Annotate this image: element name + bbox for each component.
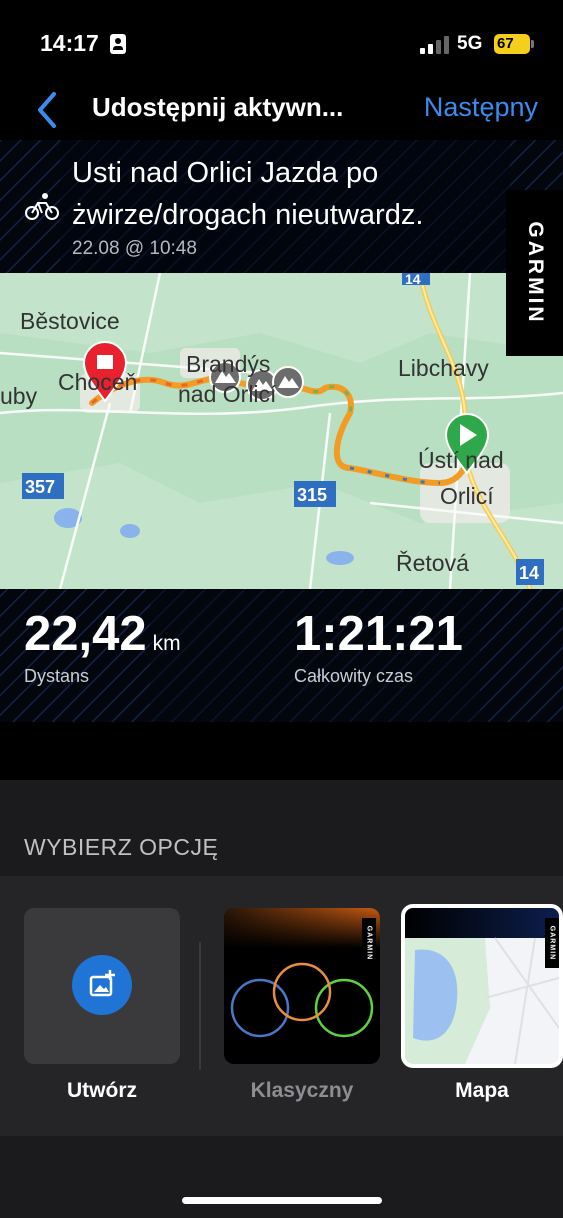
classic-garmin-text: GARMIN bbox=[365, 925, 373, 961]
map-garmin-text: GARMIN bbox=[548, 925, 556, 961]
page-title: Udostępnij aktywn... bbox=[92, 92, 344, 122]
svg-text:uby: uby bbox=[0, 383, 38, 409]
options-header: WYBIERZ OPCJĘ bbox=[24, 834, 219, 860]
total-time-value: 1:21:21 bbox=[294, 607, 463, 661]
chevron-left-icon bbox=[38, 92, 56, 128]
svg-text:357: 357 bbox=[25, 477, 55, 497]
next-button[interactable]: Następny bbox=[424, 92, 538, 123]
svg-text:Libchavy: Libchavy bbox=[398, 355, 489, 381]
bicycle-icon bbox=[25, 193, 59, 220]
option-map-label: Mapa bbox=[455, 1079, 509, 1102]
route-map: Běstovice Choceň uby Brandýs nad Orlicí … bbox=[0, 273, 563, 589]
add-photo-icon bbox=[89, 970, 115, 997]
distance-value: 22,42 bbox=[24, 607, 147, 661]
total-time-label: Całkowity czas bbox=[294, 666, 414, 686]
svg-text:14: 14 bbox=[519, 563, 539, 583]
option-create-label: Utwórz bbox=[67, 1079, 137, 1102]
options-divider bbox=[199, 942, 201, 1070]
nav-bar: Udostępnij aktywn... Następny bbox=[0, 80, 563, 138]
option-map-selected[interactable]: GARMIN bbox=[401, 904, 563, 1068]
total-time-stat: 1:21:21 Całkowity czas bbox=[294, 606, 463, 687]
activity-title: Usti nad Orlici Jazda po żwirze/drogach … bbox=[72, 157, 424, 231]
cellular-signal-icon bbox=[420, 36, 452, 54]
svg-text:Choceň: Choceň bbox=[58, 369, 137, 395]
map-template-preview bbox=[405, 908, 559, 1064]
option-create[interactable] bbox=[24, 908, 180, 1064]
battery-icon: 67 bbox=[494, 34, 530, 54]
distance-unit: km bbox=[152, 632, 181, 655]
activity-share-card: Usti nad Orlici Jazda po żwirze/drogach … bbox=[0, 140, 563, 722]
option-classic-label: Klasyczny bbox=[250, 1079, 354, 1102]
battery-level: 67 bbox=[497, 35, 514, 52]
battery-nub bbox=[531, 40, 534, 48]
status-bar: 14:17 5G 67 bbox=[0, 0, 563, 80]
status-time: 14:17 bbox=[40, 30, 99, 56]
activity-date: 22.08 @ 10:48 bbox=[72, 238, 197, 259]
distance-row: 22,42 km bbox=[24, 606, 181, 662]
svg-text:Běstovice: Běstovice bbox=[20, 308, 120, 334]
svg-text:14: 14 bbox=[405, 273, 421, 287]
distance-stat: 22,42 km Dystans bbox=[24, 606, 181, 687]
garmin-logo-small: GARMIN bbox=[545, 918, 559, 968]
svg-text:Orlicí: Orlicí bbox=[440, 483, 494, 509]
svg-text:315: 315 bbox=[297, 485, 327, 505]
network-type: 5G bbox=[457, 33, 483, 54]
garmin-logo-small: GARMIN bbox=[362, 918, 376, 968]
options-row: Utwórz GARMIN Klasyczny GARMIN Mapa bbox=[0, 876, 563, 1136]
options-panel: WYBIERZ OPCJĘ Utwórz GARMIN Klasyczny GA… bbox=[0, 780, 563, 1218]
garmin-logo: GARMIN bbox=[506, 190, 563, 356]
contact-card-icon bbox=[110, 34, 126, 54]
create-button[interactable] bbox=[72, 955, 132, 1015]
svg-text:Brandýs: Brandýs bbox=[186, 351, 270, 377]
garmin-logo-text: GARMIN bbox=[523, 221, 547, 325]
svg-text:nad Orlicí: nad Orlicí bbox=[178, 381, 277, 407]
home-indicator[interactable] bbox=[182, 1197, 382, 1204]
classic-template-preview bbox=[224, 908, 380, 1038]
option-classic[interactable]: GARMIN bbox=[224, 908, 380, 1064]
svg-text:Ústí nad: Ústí nad bbox=[418, 447, 504, 473]
svg-text:Řetová: Řetová bbox=[396, 550, 469, 576]
distance-label: Dystans bbox=[24, 666, 90, 686]
back-button[interactable] bbox=[30, 86, 70, 130]
